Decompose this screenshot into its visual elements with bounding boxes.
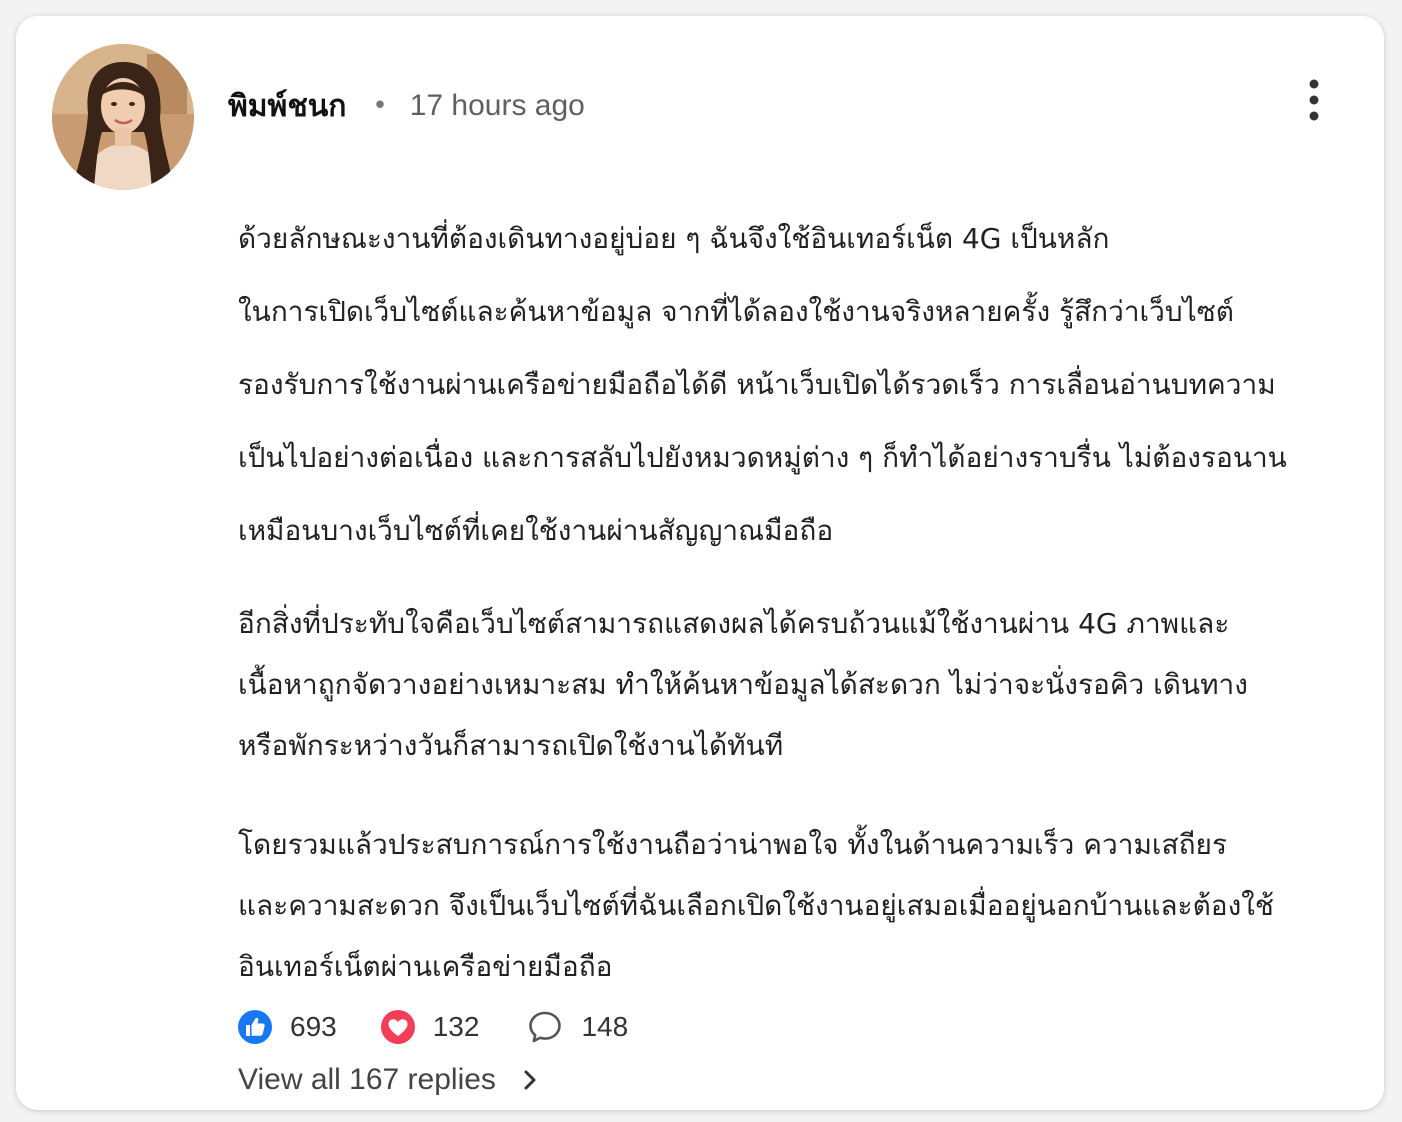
comment-line: รองรับการใช้งานผ่านเครือข่ายมือถือได้ดี … — [238, 368, 1276, 401]
thumbs-up-icon — [238, 1010, 272, 1044]
comment-line: เป็นไปอย่างต่อเนื่อง และการสลับไปยังหมวด… — [238, 441, 1287, 474]
chevron-right-icon — [524, 1070, 536, 1090]
comment-card: พิมพ์ชนก • 17 hours ago ด้วยลักษณะงานที่… — [16, 16, 1384, 1110]
avatar-image — [52, 44, 194, 190]
comment-line: เหมือนบางเว็บไซต์ที่เคยใช้งานผ่านสัญญาณม… — [238, 514, 834, 547]
comment-line: เนื้อหาถูกจัดวางอย่างเหมาะสม ทำให้ค้นหาข… — [238, 668, 1248, 701]
more-options-button[interactable] — [1296, 76, 1332, 126]
author-name[interactable]: พิมพ์ชนก — [228, 83, 346, 130]
view-replies-label: View all 167 replies — [238, 1063, 496, 1096]
like-button[interactable]: 693 — [238, 1010, 337, 1044]
comment-body: ด้วยลักษณะงานที่ต้องเดินทางอยู่บ่อย ๆ ฉั… — [238, 202, 1348, 997]
reaction-bar: 693 132 148 — [238, 1008, 628, 1046]
reply-button[interactable]: 148 — [527, 1009, 628, 1045]
comment-paragraph: ด้วยลักษณะงานที่ต้องเดินทางอยู่บ่อย ๆ ฉั… — [238, 202, 1348, 567]
comment-line: อินเทอร์เน็ตผ่านเครือข่ายมือถือ — [238, 950, 613, 983]
avatar[interactable] — [52, 44, 194, 190]
comment-line: อีกสิ่งที่ประทับใจคือเว็บไซต์สามารถแสดงผ… — [238, 607, 1230, 640]
view-replies-link[interactable]: View all 167 replies — [238, 1060, 538, 1100]
comment-bubble-icon — [529, 1011, 562, 1043]
separator-dot: • — [372, 91, 388, 121]
comment-header: พิมพ์ชนก • 17 hours ago — [228, 84, 585, 128]
heart-icon — [380, 1010, 415, 1044]
heart-button[interactable]: 132 — [380, 1010, 480, 1044]
comment-line: ด้วยลักษณะงานที่ต้องเดินทางอยู่บ่อย ๆ ฉั… — [238, 222, 1110, 255]
more-vertical-icon — [1309, 79, 1319, 121]
timestamp: 17 hours ago — [409, 89, 585, 122]
heart-count: 132 — [432, 1011, 480, 1042]
comment-paragraph: อีกสิ่งที่ประทับใจคือเว็บไซต์สามารถแสดงผ… — [238, 593, 1348, 776]
comment-line: และความสะดวก จึงเป็นเว็บไซต์ที่ฉันเลือกเ… — [238, 889, 1274, 922]
comment-line: ในการเปิดเว็บไซต์และค้นหาข้อมูล จากที่ได… — [238, 295, 1234, 328]
comment-line: โดยรวมแล้วประสบการณ์การใช้งานถือว่าน่าพอ… — [238, 828, 1227, 861]
comment-line: หรือพักระหว่างวันก็สามารถเปิดใช้งานได้ทั… — [238, 729, 784, 762]
comment-count: 148 — [581, 1011, 629, 1042]
comment-paragraph: โดยรวมแล้วประสบการณ์การใช้งานถือว่าน่าพอ… — [238, 814, 1348, 997]
like-count: 693 — [290, 1011, 337, 1042]
